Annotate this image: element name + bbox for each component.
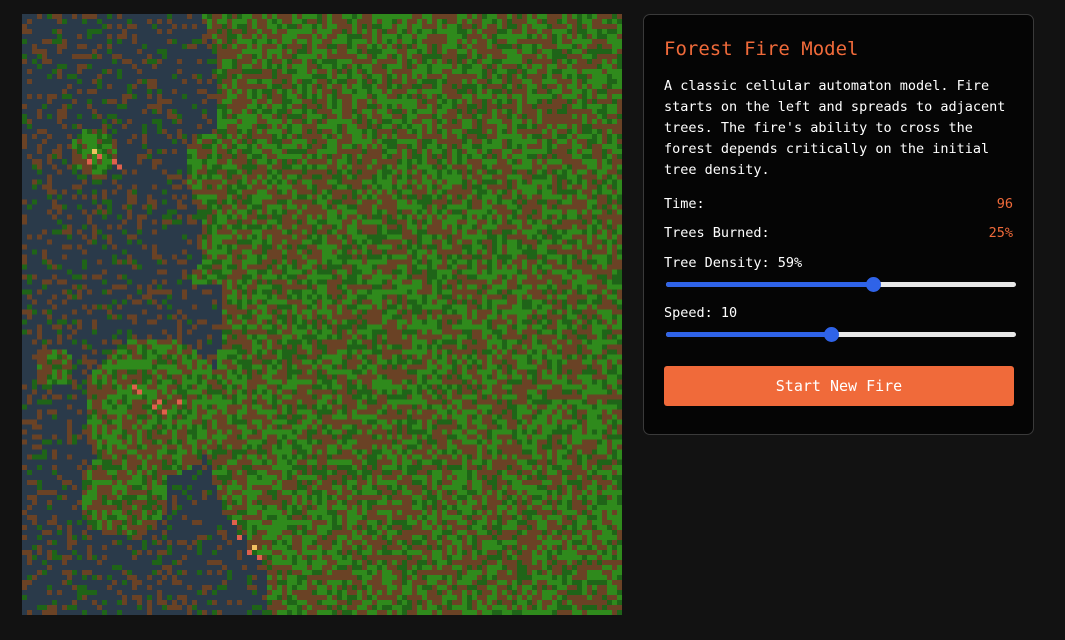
- tree-density-slider[interactable]: [666, 276, 1016, 292]
- tree-density-label: Tree Density: 59%: [664, 255, 803, 271]
- slider-thumb[interactable]: [865, 277, 881, 292]
- trees-burned-label: Trees Burned:: [664, 225, 770, 241]
- simulation-area: [22, 14, 622, 615]
- panel-title: Forest Fire Model: [664, 38, 859, 60]
- slider-thumb[interactable]: [823, 327, 839, 342]
- time-stat: Time: 96: [664, 195, 1013, 213]
- speed-slider[interactable]: [666, 326, 1016, 342]
- start-new-fire-button[interactable]: Start New Fire: [664, 366, 1014, 406]
- slider-fill: [666, 332, 831, 337]
- forest-grid-canvas[interactable]: [22, 14, 622, 615]
- time-label: Time:: [664, 196, 705, 212]
- trees-burned-value: 25%: [988, 225, 1013, 241]
- speed-label: Speed: 10: [664, 305, 738, 321]
- slider-fill: [666, 282, 873, 287]
- trees-burned-stat: Trees Burned: 25%: [664, 224, 1013, 242]
- control-panel: Forest Fire Model A classic cellular aut…: [643, 14, 1034, 435]
- time-value: 96: [996, 196, 1013, 212]
- model-description: A classic cellular automaton model. Fire…: [664, 78, 1006, 178]
